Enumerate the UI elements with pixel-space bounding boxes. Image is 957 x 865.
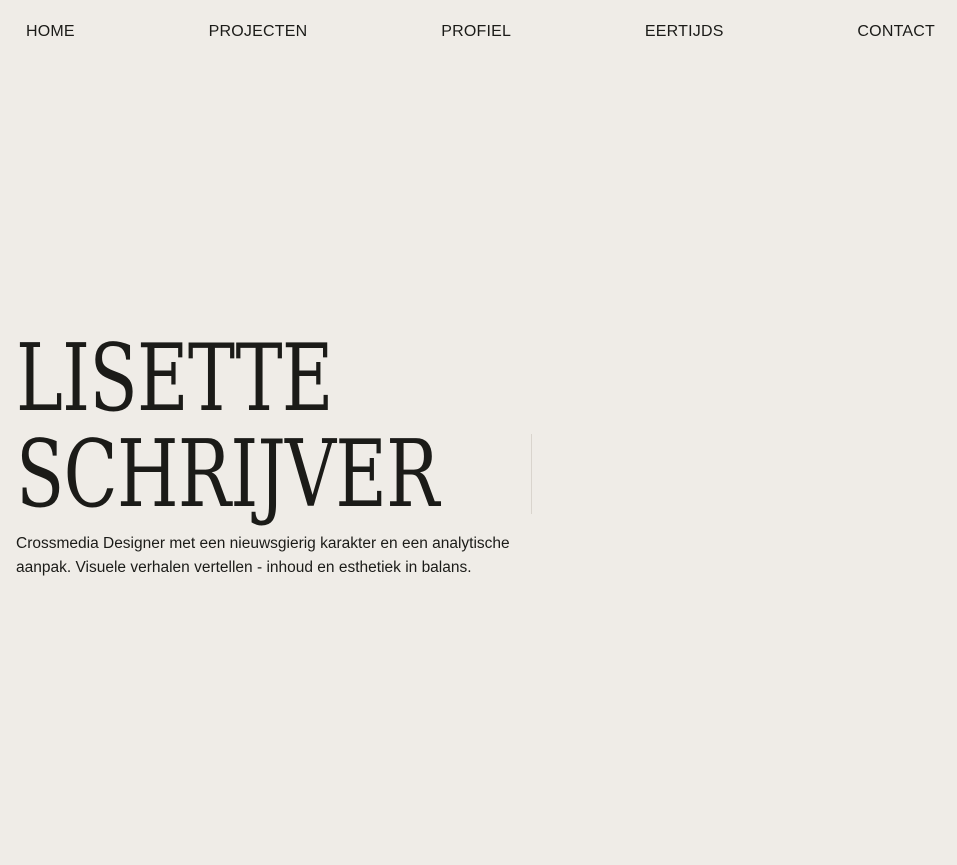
hero-subtitle-line-1: Crossmedia Designer met een nieuwsgierig… xyxy=(16,535,510,552)
nav-link-projecten[interactable]: PROJECTEN xyxy=(209,21,308,43)
hero-section: LISETTE SCHRIJVER Crossmedia Designer me… xyxy=(16,330,556,576)
hero-title: LISETTE SCHRIJVER xyxy=(16,330,556,522)
nav-link-home[interactable]: HOME xyxy=(26,21,75,43)
hero-subtitle: Crossmedia Designer met een nieuwsgierig… xyxy=(16,532,551,580)
hero-subtitle-line-2: aanpak. Visuele verhalen vertellen - inh… xyxy=(16,559,472,576)
nav-link-eertijds[interactable]: EERTIJDS xyxy=(645,21,724,43)
nav-link-contact[interactable]: CONTACT xyxy=(857,21,935,43)
hero-title-line-1: LISETTE xyxy=(16,324,334,432)
page: HOME PROJECTEN PROFIEL EERTIJDS CONTACT … xyxy=(0,0,957,865)
text-caret xyxy=(531,434,532,514)
top-navigation: HOME PROJECTEN PROFIEL EERTIJDS CONTACT xyxy=(26,20,935,44)
hero-title-line-2: SCHRIJVER xyxy=(16,420,439,528)
nav-link-profiel[interactable]: PROFIEL xyxy=(441,21,511,43)
